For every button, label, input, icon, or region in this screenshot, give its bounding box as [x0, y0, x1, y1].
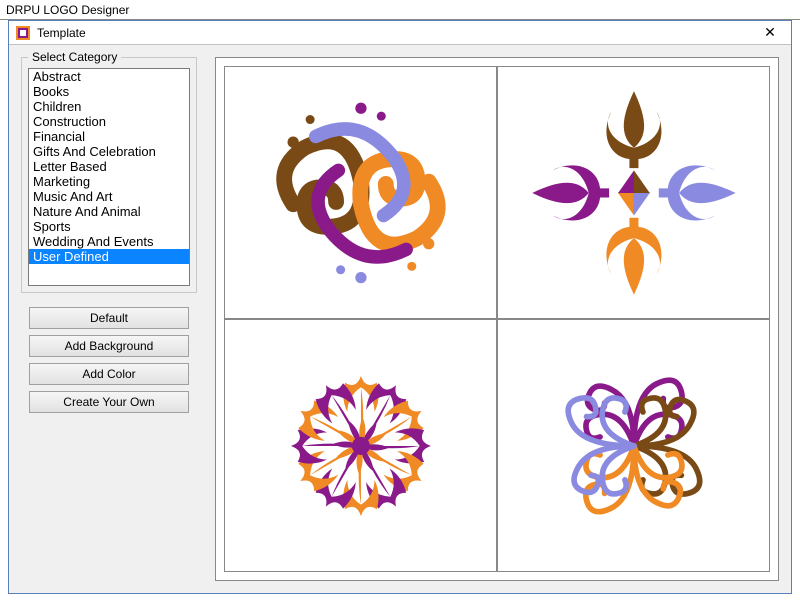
- dialog-title: Template: [37, 26, 755, 40]
- category-item[interactable]: Nature And Animal: [29, 204, 189, 219]
- add-background-button[interactable]: Add Background: [29, 335, 189, 357]
- category-item[interactable]: Marketing: [29, 174, 189, 189]
- category-item[interactable]: Gifts And Celebration: [29, 144, 189, 159]
- template-gallery: [215, 57, 779, 581]
- default-button[interactable]: Default: [29, 307, 189, 329]
- category-item[interactable]: Children: [29, 99, 189, 114]
- category-item[interactable]: Music And Art: [29, 189, 189, 204]
- create-your-own-button[interactable]: Create Your Own: [29, 391, 189, 413]
- template-scrollwork-diamond[interactable]: [497, 319, 770, 572]
- category-item[interactable]: Construction: [29, 114, 189, 129]
- category-item[interactable]: Abstract: [29, 69, 189, 84]
- close-button[interactable]: ✕: [755, 23, 785, 43]
- category-item[interactable]: Financial: [29, 129, 189, 144]
- template-dialog: Template ✕ Select Category AbstractBooks…: [8, 20, 792, 594]
- category-item[interactable]: Letter Based: [29, 159, 189, 174]
- template-floral-mandala[interactable]: [224, 319, 497, 572]
- scrollwork-diamond-icon: [512, 333, 756, 559]
- category-item[interactable]: Wedding And Events: [29, 234, 189, 249]
- category-group-label: Select Category: [28, 50, 121, 64]
- template-swirl-ornament[interactable]: [224, 66, 497, 319]
- app-icon: [15, 25, 31, 41]
- dialog-body: Select Category AbstractBooksChildrenCon…: [9, 45, 791, 593]
- floral-mandala-icon: [239, 333, 483, 559]
- category-item[interactable]: Books: [29, 84, 189, 99]
- swirl-ornament-icon: [239, 80, 483, 306]
- app-title: DRPU LOGO Designer: [0, 0, 800, 20]
- category-item[interactable]: User Defined: [29, 249, 189, 264]
- category-item[interactable]: Sports: [29, 219, 189, 234]
- category-list[interactable]: AbstractBooksChildrenConstructionFinanci…: [28, 68, 190, 286]
- category-groupbox: Select Category AbstractBooksChildrenCon…: [21, 57, 197, 293]
- fleur-de-lis-compass-icon: [512, 80, 756, 306]
- add-color-button[interactable]: Add Color: [29, 363, 189, 385]
- template-fleur-de-lis-compass[interactable]: [497, 66, 770, 319]
- sidebar: Select Category AbstractBooksChildrenCon…: [21, 57, 197, 581]
- dialog-titlebar: Template ✕: [9, 21, 791, 45]
